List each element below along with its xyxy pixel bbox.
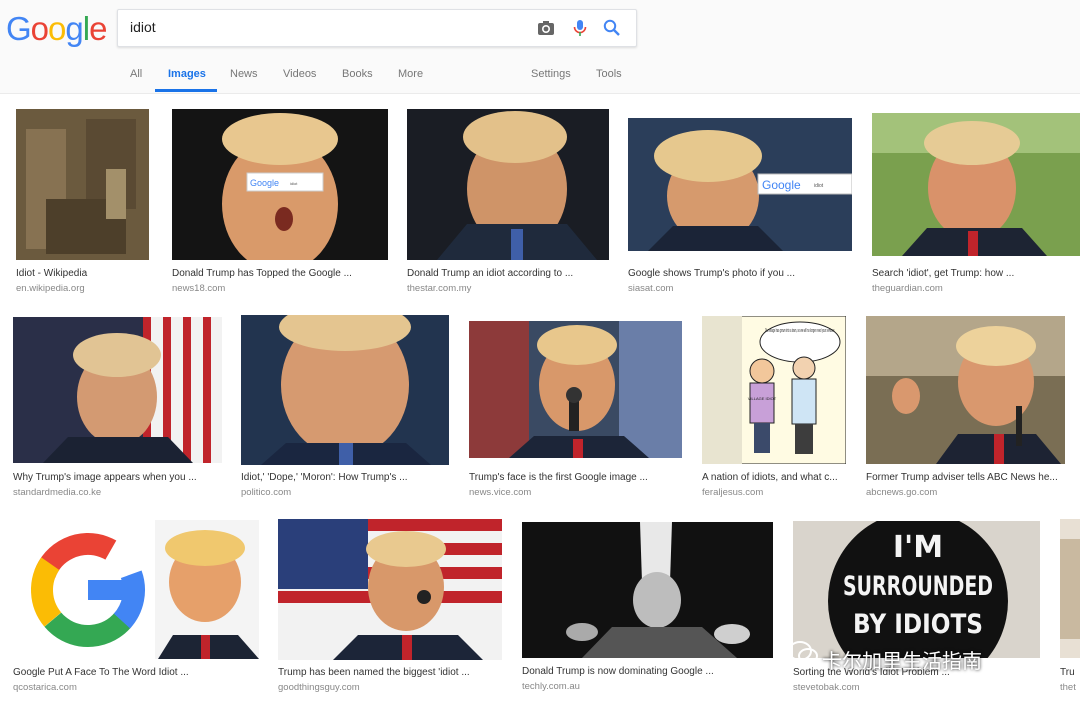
result-thumbnail[interactable] xyxy=(13,520,259,659)
result-thumbnail[interactable] xyxy=(866,316,1065,464)
button-text-3: BY IDIOTS xyxy=(853,609,983,640)
result-thumbnail[interactable] xyxy=(469,321,682,458)
result-caption[interactable]: Trump has been named the biggest 'idiot … xyxy=(278,667,470,678)
result-thumbnail[interactable] xyxy=(1060,519,1080,658)
result-source[interactable]: thestar.com.my xyxy=(407,283,471,294)
tab-tools[interactable]: Tools xyxy=(596,68,622,80)
thumb-google-query: idiot xyxy=(290,181,298,186)
result-caption[interactable]: Idiot - Wikipedia xyxy=(16,268,87,279)
result-caption[interactable]: Search 'idiot', get Trump: how ... xyxy=(872,268,1014,279)
result-thumbnail[interactable] xyxy=(278,519,502,660)
thumb-google-query: idiot xyxy=(814,183,824,189)
button-text-2: SURROUNDED xyxy=(843,571,993,602)
tab-news[interactable]: News xyxy=(230,68,258,80)
result-thumbnail[interactable] xyxy=(13,317,222,463)
tab-more[interactable]: More xyxy=(398,68,423,80)
logo-letter: e xyxy=(89,10,107,47)
result-source[interactable]: abcnews.go.com xyxy=(866,487,937,498)
camera-icon[interactable] xyxy=(536,18,556,38)
result-thumbnail[interactable] xyxy=(16,109,149,260)
result-source[interactable]: thet xyxy=(1060,682,1076,693)
result-caption[interactable]: Donald Trump an idiot according to ... xyxy=(407,268,573,279)
logo-letter: o xyxy=(48,10,66,47)
result-source[interactable]: stevetobak.com xyxy=(793,682,860,693)
result-thumbnail[interactable] xyxy=(872,113,1080,256)
result-thumbnail[interactable] xyxy=(241,315,449,465)
result-caption[interactable]: Former Trump adviser tells ABC News he..… xyxy=(866,472,1058,483)
result-source[interactable]: news18.com xyxy=(172,283,225,294)
watermark-text: 卡尔加里生活指南 xyxy=(822,649,982,673)
tab-settings[interactable]: Settings xyxy=(531,68,571,80)
logo-letter: g xyxy=(65,10,83,47)
image-results-grid: Idiot - Wikipedia en.wikipedia.org Googl… xyxy=(0,94,1080,707)
mic-icon[interactable] xyxy=(570,18,590,38)
result-caption[interactable]: Tru xyxy=(1060,667,1075,678)
result-caption[interactable]: Why Trump's image appears when you ... xyxy=(13,472,197,483)
tab-videos[interactable]: Videos xyxy=(283,68,316,80)
thumb-google-logo: Google xyxy=(250,178,279,188)
result-source[interactable]: en.wikipedia.org xyxy=(16,283,85,294)
tab-books[interactable]: Books xyxy=(342,68,373,80)
result-caption[interactable]: Trump's face is the first Google image .… xyxy=(469,472,648,483)
result-thumbnail[interactable]: Google idiot xyxy=(172,109,388,260)
search-input[interactable]: idiot xyxy=(117,9,637,47)
search-icon[interactable] xyxy=(602,18,622,38)
wechat-icon xyxy=(788,640,818,671)
result-thumbnail[interactable] xyxy=(407,109,609,260)
result-source[interactable]: feraljesus.com xyxy=(702,487,763,498)
result-thumbnail[interactable] xyxy=(522,522,773,658)
result-thumbnail[interactable]: I'M SURROUNDED BY IDIOTS xyxy=(793,521,1040,658)
result-thumbnail[interactable]: Google idiot xyxy=(628,118,852,251)
result-caption[interactable]: Idiot,' 'Dope,' 'Moron': How Trump's ... xyxy=(241,472,408,483)
result-source[interactable]: goodthingsguy.com xyxy=(278,682,360,693)
button-text-1: I'M xyxy=(893,530,943,565)
result-source[interactable]: politico.com xyxy=(241,487,291,498)
result-caption[interactable]: Google Put A Face To The Word Idiot ... xyxy=(13,667,189,678)
logo-letter: G xyxy=(6,10,32,47)
result-caption[interactable]: A nation of idiots, and what c... xyxy=(702,472,838,483)
active-tab-indicator xyxy=(155,89,217,92)
comic-speech-bubble: Our village has grown into a town, so we… xyxy=(765,328,835,334)
logo-letter: o xyxy=(30,10,49,47)
thumb-google-logo: Google xyxy=(762,178,801,192)
result-source[interactable]: techly.com.au xyxy=(522,681,580,692)
result-source[interactable]: siasat.com xyxy=(628,283,673,294)
result-source[interactable]: news.vice.com xyxy=(469,487,531,498)
result-source[interactable]: standardmedia.co.ke xyxy=(13,487,101,498)
google-logo[interactable]: Google xyxy=(6,10,107,48)
tab-images[interactable]: Images xyxy=(168,68,206,80)
search-query[interactable]: idiot xyxy=(130,19,156,35)
result-caption[interactable]: Donald Trump has Topped the Google ... xyxy=(172,268,352,279)
tab-all[interactable]: All xyxy=(130,68,142,80)
result-thumbnail[interactable]: Our village has grown into a town, so we… xyxy=(702,316,846,464)
result-caption[interactable]: Donald Trump is now dominating Google ..… xyxy=(522,666,714,677)
search-header: Google idiot All Images News Videos Book… xyxy=(0,0,1080,94)
result-source[interactable]: qcostarica.com xyxy=(13,682,77,693)
comic-shirt-text: VILLAGE IDIOT xyxy=(748,396,777,401)
result-source[interactable]: theguardian.com xyxy=(872,283,943,294)
result-caption[interactable]: Google shows Trump's photo if you ... xyxy=(628,268,795,279)
